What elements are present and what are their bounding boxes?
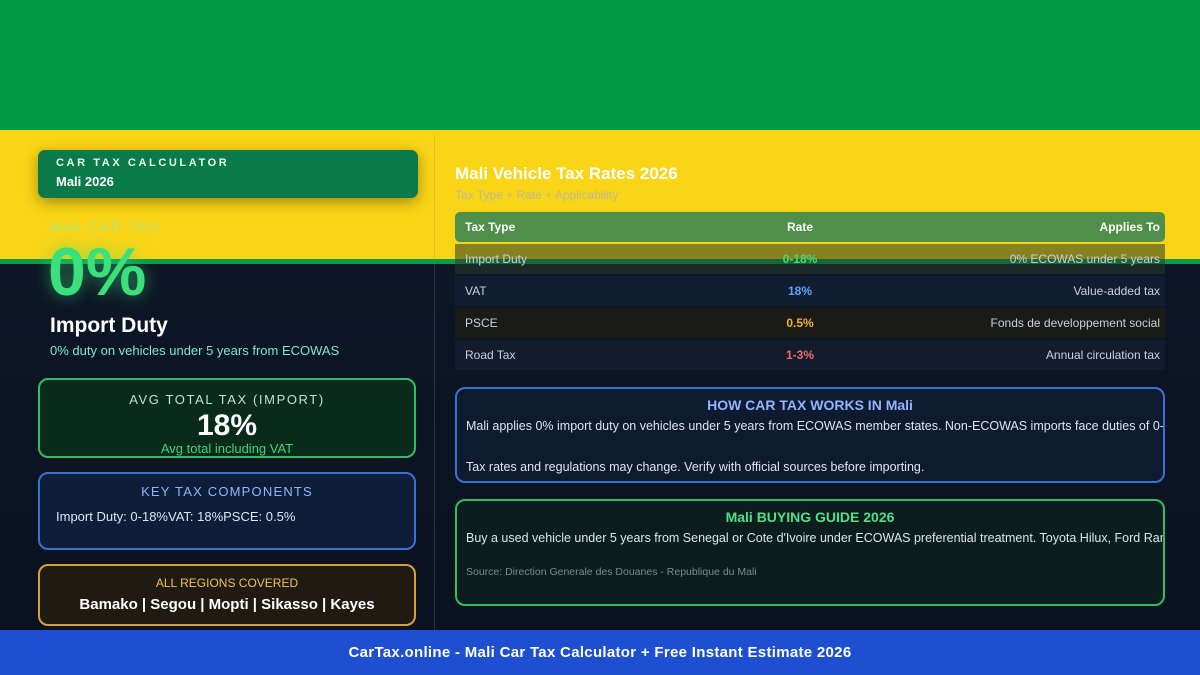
- how-it-works-note: Tax rates and regulations may change. Ve…: [466, 460, 925, 474]
- table-header-row: Tax Type Rate Applies To: [455, 212, 1165, 242]
- cell-tax-type: Import Duty: [465, 252, 528, 266]
- buying-guide-card: Mali BUYING GUIDE 2026 Buy a used vehicl…: [455, 499, 1165, 606]
- regions-card: ALL REGIONS COVERED Bamako | Segou | Mop…: [38, 564, 416, 626]
- key-components-body: Import Duty: 0-18%VAT: 18%PSCE: 0.5%: [56, 509, 296, 524]
- how-car-tax-works-card: HOW CAR TAX WORKS IN Mali Mali applies 0…: [455, 387, 1165, 483]
- column-divider: [434, 135, 435, 630]
- header-applies-to: Applies To: [1099, 220, 1160, 234]
- cell-applies-to: Fonds de developpement social: [990, 316, 1160, 330]
- hero-label: Import Duty: [50, 314, 168, 337]
- buying-guide-body: Buy a used vehicle under 5 years from Se…: [466, 531, 1165, 545]
- rates-subtitle: Tax Type + Rate + Applicability: [455, 188, 619, 202]
- avg-total-tax-card: AVG TOTAL TAX (IMPORT) 18% Avg total inc…: [38, 378, 416, 458]
- table-row: VAT 18% Value-added tax: [455, 276, 1165, 306]
- table-row: PSCE 0.5% Fonds de developpement social: [455, 308, 1165, 338]
- brand-box: CAR TAX CALCULATOR Mali 2026: [38, 150, 418, 198]
- cell-tax-type: PSCE: [465, 316, 498, 330]
- cell-rate: 18%: [787, 284, 813, 298]
- rates-title: Mali Vehicle Tax Rates 2026: [455, 164, 678, 183]
- footer-bar: CarTax.online - Mali Car Tax Calculator …: [0, 630, 1200, 675]
- header-rate: Rate: [786, 220, 813, 234]
- brand-kicker: CAR TAX CALCULATOR: [56, 157, 230, 169]
- cell-applies-to: 0% ECOWAS under 5 years: [1009, 252, 1160, 266]
- brand-title: Mali 2026: [56, 174, 114, 189]
- avg-card-subtitle: Avg total including VAT: [160, 441, 294, 456]
- hero-subtitle: 0% duty on vehicles under 5 years from E…: [50, 343, 340, 358]
- header-tax-type: Tax Type: [465, 220, 516, 234]
- how-it-works-title: HOW CAR TAX WORKS IN Mali: [707, 397, 913, 413]
- table-row: Road Tax 1-3% Annual circulation tax: [455, 340, 1165, 370]
- cell-applies-to: Annual circulation tax: [1045, 348, 1160, 362]
- buying-guide-title: Mali BUYING GUIDE 2026: [725, 509, 895, 525]
- table-row: Import Duty 0-18% 0% ECOWAS under 5 year…: [455, 244, 1165, 274]
- footer-text: CarTax.online - Mali Car Tax Calculator …: [348, 644, 852, 661]
- cell-tax-type: VAT: [465, 284, 487, 298]
- cell-rate: 1-3%: [785, 348, 814, 362]
- cell-rate: 0-18%: [782, 252, 818, 266]
- tax-rates-table: Tax Type Rate Applies To Import Duty 0-1…: [455, 212, 1165, 370]
- flag-green-band: [0, 0, 1200, 130]
- key-components-title: KEY TAX COMPONENTS: [141, 484, 313, 499]
- key-tax-components-card: KEY TAX COMPONENTS Import Duty: 0-18%VAT…: [38, 472, 416, 550]
- how-it-works-body: Mali applies 0% import duty on vehicles …: [466, 419, 1165, 433]
- regions-list: Bamako | Segou | Mopti | Sikasso | Kayes: [79, 596, 375, 613]
- hero-import-duty-value: 0%: [48, 234, 147, 310]
- cell-tax-type: Road Tax: [465, 348, 516, 362]
- cell-applies-to: Value-added tax: [1073, 284, 1160, 298]
- cell-rate: 0.5%: [786, 316, 814, 330]
- avg-card-title: AVG TOTAL TAX (IMPORT): [129, 392, 325, 407]
- buying-guide-source: Source: Direction Generale des Douanes -…: [466, 566, 757, 578]
- avg-card-value: 18%: [196, 409, 258, 442]
- regions-title: ALL REGIONS COVERED: [155, 576, 299, 590]
